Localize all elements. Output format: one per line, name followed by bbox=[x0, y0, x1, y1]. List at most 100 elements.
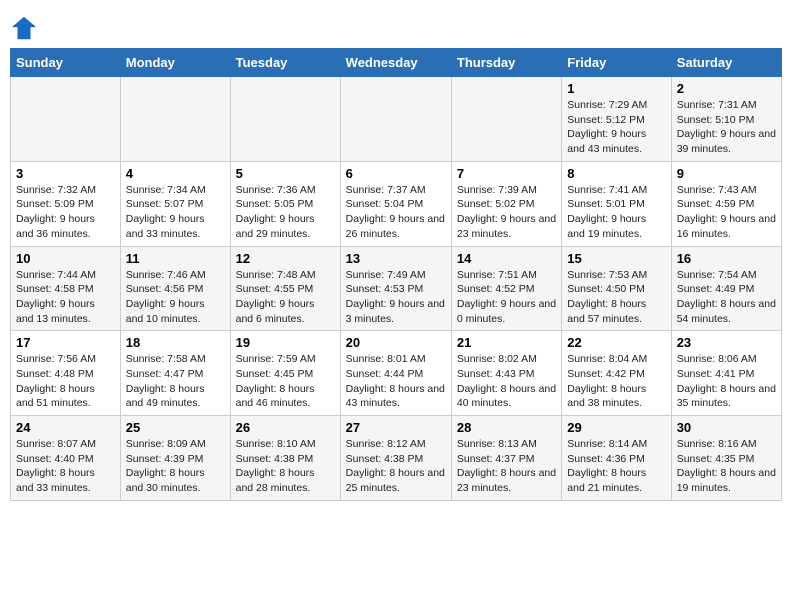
weekday-header-sunday: Sunday bbox=[11, 49, 121, 77]
weekday-header-saturday: Saturday bbox=[671, 49, 781, 77]
day-number: 14 bbox=[457, 251, 556, 266]
calendar-week-row: 3 Sunrise: 7:32 AM Sunset: 5:09 PM Daylig… bbox=[11, 161, 782, 246]
weekday-header-tuesday: Tuesday bbox=[230, 49, 340, 77]
calendar-cell: 25Sunrise: 8:09 AM Sunset: 4:39 PM Dayli… bbox=[120, 416, 230, 501]
calendar-cell: 1 Sunrise: 7:29 AM Sunset: 5:12 PM Daylig… bbox=[562, 77, 671, 162]
calendar-cell: 30 Sunrise: 8:16 AM Sunset: 4:35 PM Dayli… bbox=[671, 416, 781, 501]
day-number: 5 bbox=[236, 166, 335, 181]
day-number: 21 bbox=[457, 335, 556, 350]
day-number: 11 bbox=[126, 251, 225, 266]
logo-icon bbox=[10, 14, 38, 42]
weekday-header-row: SundayMondayTuesdayWednesdayThursdayFrid… bbox=[11, 49, 782, 77]
day-info: Sunrise: 7:46 AM Sunset: 4:56 PM Dayligh… bbox=[126, 268, 225, 327]
calendar-cell: 13Sunrise: 7:49 AM Sunset: 4:53 PM Dayli… bbox=[340, 246, 451, 331]
weekday-header-friday: Friday bbox=[562, 49, 671, 77]
calendar-cell: 15 Sunrise: 7:53 AM Sunset: 4:50 PM Dayli… bbox=[562, 246, 671, 331]
day-info: Sunrise: 8:07 AM Sunset: 4:40 PM Dayligh… bbox=[16, 437, 115, 496]
weekday-header-monday: Monday bbox=[120, 49, 230, 77]
day-number: 16 bbox=[677, 251, 776, 266]
calendar-cell: 18 Sunrise: 7:58 AM Sunset: 4:47 PM Dayli… bbox=[120, 331, 230, 416]
calendar-cell: 9 Sunrise: 7:43 AM Sunset: 4:59 PM Daylig… bbox=[671, 161, 781, 246]
day-info: Sunrise: 7:56 AM Sunset: 4:48 PM Dayligh… bbox=[16, 352, 115, 411]
weekday-header-wednesday: Wednesday bbox=[340, 49, 451, 77]
day-number: 13 bbox=[346, 251, 446, 266]
day-info: Sunrise: 8:04 AM Sunset: 4:42 PM Dayligh… bbox=[567, 352, 665, 411]
day-info: Sunrise: 7:48 AM Sunset: 4:55 PM Dayligh… bbox=[236, 268, 335, 327]
day-info: Sunrise: 8:02 AM Sunset: 4:43 PM Dayligh… bbox=[457, 352, 556, 411]
page-header bbox=[10, 10, 782, 42]
day-number: 7 bbox=[457, 166, 556, 181]
day-number: 19 bbox=[236, 335, 335, 350]
calendar-cell: 21 Sunrise: 8:02 AM Sunset: 4:43 PM Dayli… bbox=[451, 331, 561, 416]
day-number: 4 bbox=[126, 166, 225, 181]
calendar-cell bbox=[451, 77, 561, 162]
day-number: 15 bbox=[567, 251, 665, 266]
calendar-cell: 7 Sunrise: 7:39 AM Sunset: 5:02 PM Daylig… bbox=[451, 161, 561, 246]
calendar-cell: 29 Sunrise: 8:14 AM Sunset: 4:36 PM Dayli… bbox=[562, 416, 671, 501]
calendar-week-row: 10 Sunrise: 7:44 AM Sunset: 4:58 PM Dayli… bbox=[11, 246, 782, 331]
calendar-week-row: 17 Sunrise: 7:56 AM Sunset: 4:48 PM Dayli… bbox=[11, 331, 782, 416]
day-number: 23 bbox=[677, 335, 776, 350]
day-number: 8 bbox=[567, 166, 665, 181]
day-info: Sunrise: 7:44 AM Sunset: 4:58 PM Dayligh… bbox=[16, 268, 115, 327]
day-info: Sunrise: 7:31 AM Sunset: 5:10 PM Dayligh… bbox=[677, 98, 776, 157]
day-info: Sunrise: 7:43 AM Sunset: 4:59 PM Dayligh… bbox=[677, 183, 776, 242]
day-number: 20 bbox=[346, 335, 446, 350]
calendar-cell: 6 Sunrise: 7:37 AM Sunset: 5:04 PM Daylig… bbox=[340, 161, 451, 246]
day-number: 25 bbox=[126, 420, 225, 435]
day-info: Sunrise: 7:54 AM Sunset: 4:49 PM Dayligh… bbox=[677, 268, 776, 327]
day-number: 17 bbox=[16, 335, 115, 350]
day-info: Sunrise: 8:14 AM Sunset: 4:36 PM Dayligh… bbox=[567, 437, 665, 496]
calendar-table: SundayMondayTuesdayWednesdayThursdayFrid… bbox=[10, 48, 782, 501]
calendar-week-row: 24 Sunrise: 8:07 AM Sunset: 4:40 PM Dayli… bbox=[11, 416, 782, 501]
day-number: 9 bbox=[677, 166, 776, 181]
day-number: 2 bbox=[677, 81, 776, 96]
day-number: 22 bbox=[567, 335, 665, 350]
calendar-cell: 3 Sunrise: 7:32 AM Sunset: 5:09 PM Daylig… bbox=[11, 161, 121, 246]
day-info: Sunrise: 7:59 AM Sunset: 4:45 PM Dayligh… bbox=[236, 352, 335, 411]
day-number: 26 bbox=[236, 420, 335, 435]
day-info: Sunrise: 7:36 AM Sunset: 5:05 PM Dayligh… bbox=[236, 183, 335, 242]
day-info: Sunrise: 8:16 AM Sunset: 4:35 PM Dayligh… bbox=[677, 437, 776, 496]
day-info: Sunrise: 7:53 AM Sunset: 4:50 PM Dayligh… bbox=[567, 268, 665, 327]
calendar-cell bbox=[230, 77, 340, 162]
day-number: 27 bbox=[346, 420, 446, 435]
calendar-cell: 12 Sunrise: 7:48 AM Sunset: 4:55 PM Dayli… bbox=[230, 246, 340, 331]
calendar-cell bbox=[11, 77, 121, 162]
day-number: 10 bbox=[16, 251, 115, 266]
calendar-cell: 14 Sunrise: 7:51 AM Sunset: 4:52 PM Dayli… bbox=[451, 246, 561, 331]
calendar-cell: 11 Sunrise: 7:46 AM Sunset: 4:56 PM Dayli… bbox=[120, 246, 230, 331]
day-info: Sunrise: 7:29 AM Sunset: 5:12 PM Dayligh… bbox=[567, 98, 665, 157]
calendar-cell: 4Sunrise: 7:34 AM Sunset: 5:07 PM Daylig… bbox=[120, 161, 230, 246]
day-number: 30 bbox=[677, 420, 776, 435]
calendar-cell bbox=[120, 77, 230, 162]
day-info: Sunrise: 7:39 AM Sunset: 5:02 PM Dayligh… bbox=[457, 183, 556, 242]
day-number: 24 bbox=[16, 420, 115, 435]
day-number: 29 bbox=[567, 420, 665, 435]
logo bbox=[10, 14, 42, 42]
day-info: Sunrise: 7:37 AM Sunset: 5:04 PM Dayligh… bbox=[346, 183, 446, 242]
day-number: 1 bbox=[567, 81, 665, 96]
day-number: 3 bbox=[16, 166, 115, 181]
day-info: Sunrise: 8:13 AM Sunset: 4:37 PM Dayligh… bbox=[457, 437, 556, 496]
calendar-cell: 17 Sunrise: 7:56 AM Sunset: 4:48 PM Dayli… bbox=[11, 331, 121, 416]
calendar-cell bbox=[340, 77, 451, 162]
calendar-cell: 2 Sunrise: 7:31 AM Sunset: 5:10 PM Daylig… bbox=[671, 77, 781, 162]
day-number: 6 bbox=[346, 166, 446, 181]
day-info: Sunrise: 7:51 AM Sunset: 4:52 PM Dayligh… bbox=[457, 268, 556, 327]
day-number: 12 bbox=[236, 251, 335, 266]
day-info: Sunrise: 8:10 AM Sunset: 4:38 PM Dayligh… bbox=[236, 437, 335, 496]
calendar-cell: 28 Sunrise: 8:13 AM Sunset: 4:37 PM Dayli… bbox=[451, 416, 561, 501]
day-number: 18 bbox=[126, 335, 225, 350]
calendar-cell: 10 Sunrise: 7:44 AM Sunset: 4:58 PM Dayli… bbox=[11, 246, 121, 331]
day-info: Sunrise: 7:32 AM Sunset: 5:09 PM Dayligh… bbox=[16, 183, 115, 242]
calendar-cell: 22 Sunrise: 8:04 AM Sunset: 4:42 PM Dayli… bbox=[562, 331, 671, 416]
calendar-cell: 23Sunrise: 8:06 AM Sunset: 4:41 PM Dayli… bbox=[671, 331, 781, 416]
day-info: Sunrise: 8:01 AM Sunset: 4:44 PM Dayligh… bbox=[346, 352, 446, 411]
day-info: Sunrise: 7:58 AM Sunset: 4:47 PM Dayligh… bbox=[126, 352, 225, 411]
calendar-cell: 16 Sunrise: 7:54 AM Sunset: 4:49 PM Dayli… bbox=[671, 246, 781, 331]
calendar-cell: 5 Sunrise: 7:36 AM Sunset: 5:05 PM Daylig… bbox=[230, 161, 340, 246]
calendar-cell: 20 Sunrise: 8:01 AM Sunset: 4:44 PM Dayli… bbox=[340, 331, 451, 416]
day-number: 28 bbox=[457, 420, 556, 435]
calendar-cell: 24 Sunrise: 8:07 AM Sunset: 4:40 PM Dayli… bbox=[11, 416, 121, 501]
